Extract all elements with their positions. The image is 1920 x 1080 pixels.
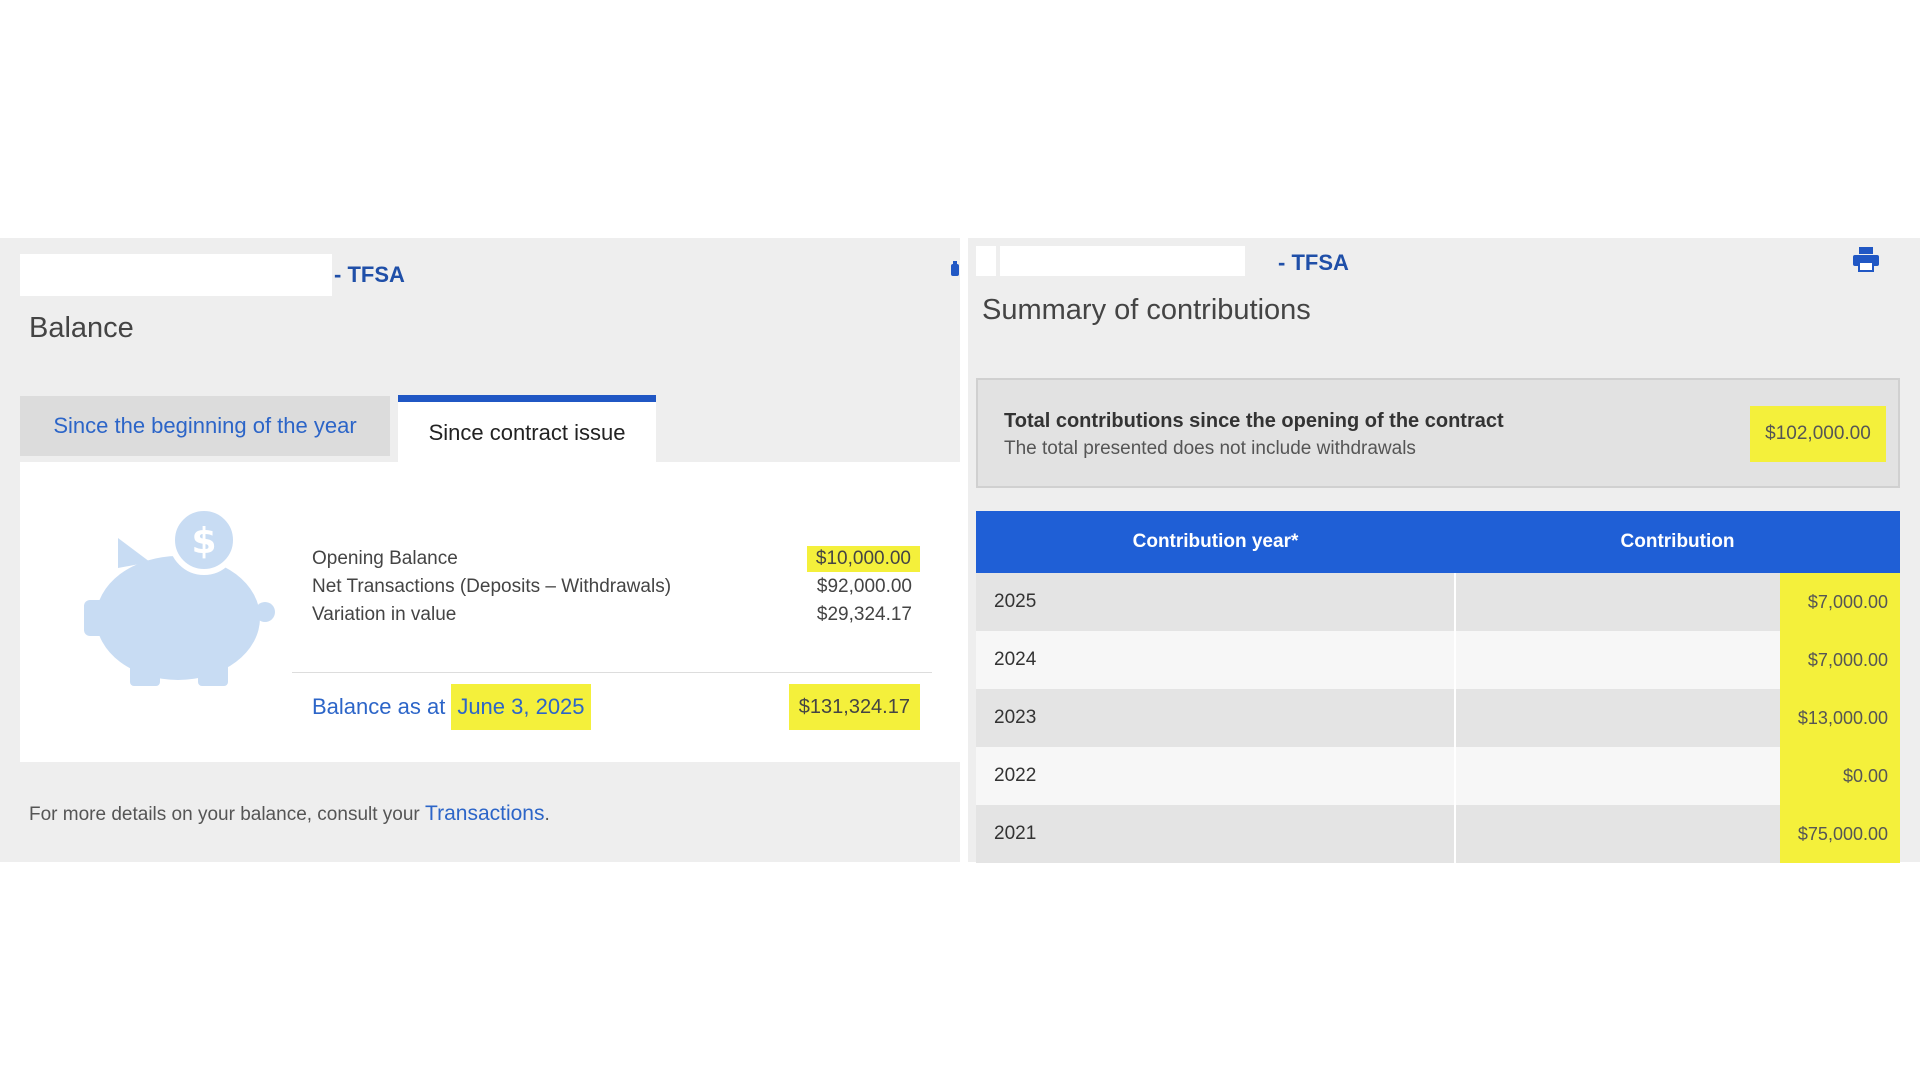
piggy-bank-icon: $ <box>84 505 275 686</box>
opening-balance-value: $10,000.00 <box>806 546 920 572</box>
contributions-panel: - TFSA Summary of contributions Total co… <box>968 238 1920 863</box>
contribution-year: 2023 <box>976 689 1456 747</box>
more-details-period: . <box>544 804 550 825</box>
balance-as-at: Balance as at June 3, 2025 <box>312 684 591 730</box>
print-icon[interactable] <box>1852 246 1880 272</box>
table-row: 2023 $13,000.00 <box>976 689 1900 747</box>
total-contributions-note: The total presented does not include wit… <box>1004 438 1416 459</box>
table-row: 2025 $7,000.00 <box>976 573 1900 631</box>
variation-in-value-value: $29,324.17 <box>816 604 912 625</box>
account-type-label: - TFSA <box>334 262 405 287</box>
divider <box>292 672 932 673</box>
balance-panel: - TFSA Balance Since the beginning of th… <box>0 238 960 862</box>
redacted-account-name <box>20 254 332 296</box>
more-details-label: For more details on your balance, consul… <box>29 804 420 825</box>
total-contributions-label: Total contributions since the opening of… <box>1004 410 1504 432</box>
opening-balance-label: Opening Balance <box>312 548 458 569</box>
total-contributions-value: $102,000.00 <box>1750 406 1886 462</box>
contribution-amount: $7,000.00 <box>1780 631 1900 689</box>
column-header-year: Contribution year* <box>976 511 1455 573</box>
contribution-amount: $7,000.00 <box>1780 573 1900 631</box>
table-row: 2024 $7,000.00 <box>976 631 1900 689</box>
table-row: 2021 $75,000.00 <box>976 805 1900 863</box>
table-row: 2022 $0.00 <box>976 747 1900 805</box>
transactions-link[interactable]: Transactions <box>425 802 544 825</box>
tab-since-beginning-of-year[interactable]: Since the beginning of the year <box>20 396 390 456</box>
contribution-amount: $13,000.00 <box>1780 689 1900 747</box>
column-header-contribution: Contribution <box>1455 511 1900 573</box>
contribution-amount: $0.00 <box>1780 747 1900 805</box>
more-details-text: For more details on your balance, consul… <box>29 802 550 826</box>
net-transactions-label: Net Transactions (Deposits – Withdrawals… <box>312 576 672 597</box>
contribution-year: 2022 <box>976 747 1456 805</box>
page-title: Summary of contributions <box>982 294 1311 326</box>
contribution-year: 2024 <box>976 631 1456 689</box>
redacted-account-prefix <box>976 246 996 276</box>
svg-text:$: $ <box>191 521 216 562</box>
tab-since-contract-issue[interactable]: Since contract issue <box>398 395 656 463</box>
attachment-icon[interactable] <box>950 260 960 280</box>
contribution-year: 2021 <box>976 805 1456 863</box>
page-title: Balance <box>29 312 134 344</box>
total-contributions-box: Total contributions since the opening of… <box>976 378 1900 488</box>
balance-total-value: $131,324.17 <box>788 684 920 730</box>
redacted-account-name <box>1000 246 1245 276</box>
balance-as-at-label: Balance as at <box>312 694 446 719</box>
balance-card: $ Opening Balance $10,000.00 Net Transac… <box>20 462 960 762</box>
contribution-amount: $75,000.00 <box>1780 805 1900 863</box>
account-type-label: - TFSA <box>1278 250 1349 275</box>
contributions-table: Contribution year* Contribution 2025 $7,… <box>976 511 1900 863</box>
net-transactions-value: $92,000.00 <box>816 576 912 597</box>
balance-date: June 3, 2025 <box>451 684 591 730</box>
variation-in-value-label: Variation in value <box>312 604 457 625</box>
contribution-year: 2025 <box>976 573 1456 631</box>
